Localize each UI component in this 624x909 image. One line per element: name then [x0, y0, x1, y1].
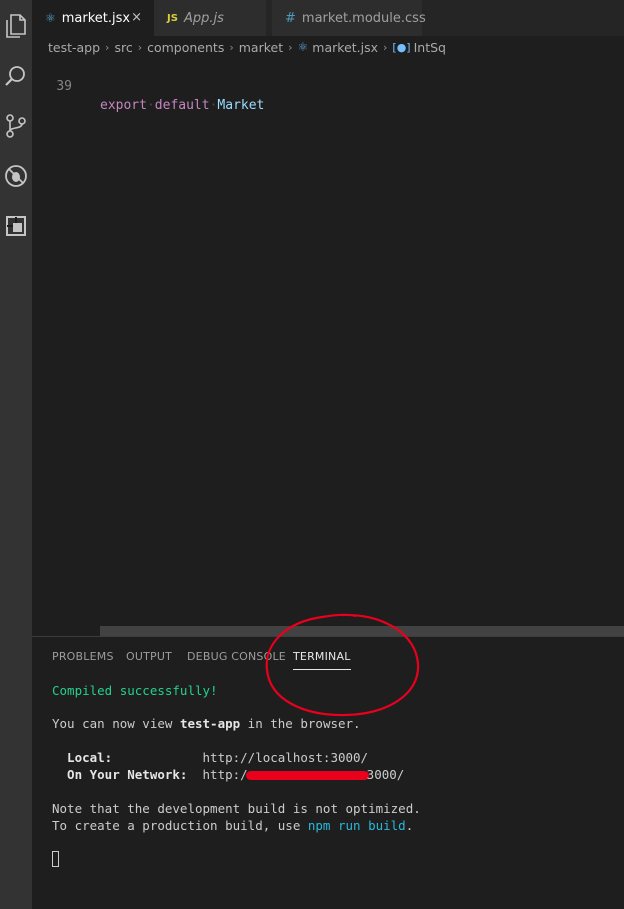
- tab-terminal[interactable]: TERMINAL: [293, 650, 351, 670]
- debug-icon[interactable]: [0, 156, 32, 196]
- tab-label: market.jsx: [61, 10, 131, 26]
- breadcrumb-item-test-app[interactable]: test-app: [48, 40, 100, 55]
- variable-icon: [●]: [392, 40, 411, 54]
- tab-market-module-css[interactable]: # market.module.css: [272, 0, 426, 36]
- tab-market-jsx[interactable]: ⚛ market.jsx ×: [32, 0, 154, 36]
- tab-problems[interactable]: PROBLEMS: [52, 650, 114, 663]
- terminal-cursor: [52, 851, 59, 867]
- close-icon[interactable]: ×: [131, 10, 142, 25]
- breadcrumb-item-src[interactable]: src: [114, 40, 132, 55]
- terminal-local-label: Local:: [52, 750, 203, 765]
- line-number: 39: [56, 79, 72, 94]
- terminal-local-line: Local: http://localhost:3000/: [52, 749, 368, 766]
- breadcrumb: test-app › src › components › market › ⚛…: [32, 36, 624, 58]
- terminal-app-name: test-app: [179, 716, 241, 731]
- terminal-network-line: On Your Network: http:/3000/: [52, 767, 405, 782]
- breadcrumb-item-components[interactable]: components: [147, 40, 224, 55]
- tab-app-js[interactable]: JS App.js: [154, 0, 266, 36]
- activity-bar: [0, 0, 32, 909]
- extensions-icon[interactable]: [0, 206, 32, 246]
- code-keyword: export: [100, 98, 147, 113]
- js-icon: JS: [167, 12, 178, 24]
- react-icon: ⚛: [297, 40, 309, 54]
- tab-output[interactable]: OUTPUT: [126, 650, 172, 663]
- chevron-right-icon: ›: [105, 40, 110, 54]
- code-keyword: default: [154, 98, 210, 113]
- terminal-compiled-line: Compiled successfully!: [52, 683, 218, 698]
- bottom-panel: PROBLEMS OUTPUT DEBUG CONSOLE TERMINAL C…: [32, 636, 624, 909]
- code-line[interactable]: 39 export·default·Market: [32, 58, 624, 113]
- search-icon[interactable]: [0, 56, 32, 96]
- terminal-prod-line: To create a production build, use npm ru…: [52, 818, 414, 833]
- breadcrumb-item-intsq[interactable]: IntSq: [414, 40, 446, 55]
- tab-label: App.js: [183, 10, 224, 26]
- terminal-view-line: You can now view test-app in the browser…: [52, 716, 361, 731]
- breadcrumb-item-market-jsx[interactable]: market.jsx: [312, 40, 378, 55]
- terminal-local-url: http://localhost:3000/: [202, 750, 369, 765]
- chevron-right-icon: ›: [288, 40, 293, 54]
- chevron-right-icon: ›: [383, 40, 388, 54]
- terminal-command: npm run build: [307, 818, 406, 833]
- terminal-network-label: On Your Network:: [52, 767, 203, 782]
- code-identifier: Market: [217, 98, 265, 113]
- redaction-mark: [245, 771, 369, 780]
- tab-debug-console[interactable]: DEBUG CONSOLE: [187, 650, 286, 663]
- source-control-icon[interactable]: [0, 106, 32, 146]
- breadcrumb-item-market[interactable]: market: [239, 40, 283, 55]
- terminal-note-line: Note that the development build is not o…: [52, 801, 421, 816]
- explorer-icon[interactable]: [0, 6, 32, 46]
- chevron-right-icon: ›: [229, 40, 234, 54]
- tab-label: market.module.css: [301, 10, 426, 26]
- css-hash-icon: #: [285, 10, 296, 26]
- react-icon: ⚛: [45, 11, 56, 25]
- editor-tab-bar: ⚛ market.jsx × JS App.js # market.module…: [32, 0, 624, 36]
- code-editor[interactable]: 39 export·default·Market: [32, 58, 624, 636]
- chevron-right-icon: ›: [137, 40, 143, 54]
- horizontal-scrollbar[interactable]: [100, 626, 624, 636]
- code-text: export·default·Market: [100, 98, 265, 113]
